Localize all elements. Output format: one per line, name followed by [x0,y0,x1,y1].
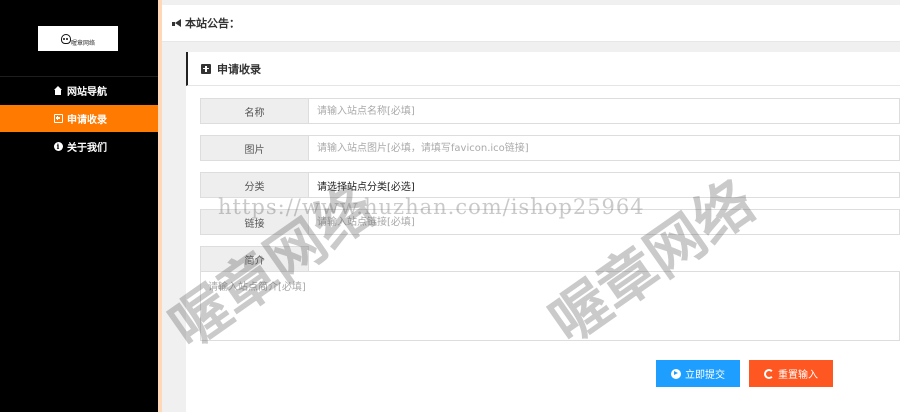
sidebar-item-apply[interactable]: 申请收录 [0,105,158,132]
image-input[interactable] [309,135,900,161]
sidebar: 喔章网络 网站导航 申请收录 i 关于我们 [0,0,158,412]
site-logo[interactable]: 喔章网络 [38,26,118,51]
image-label: 图片 [200,135,309,161]
category-selected-value: 请选择站点分类[必选] [317,181,415,193]
panel-title: 申请收录 [217,62,261,76]
reset-button-label: 重置输入 [778,370,818,381]
submit-button[interactable]: 立即提交 [656,360,740,387]
link-input[interactable] [309,209,900,235]
notice-bar: 本站公告： [162,5,900,42]
plus-square-icon-wrap [53,114,63,124]
home-icon [53,85,63,95]
link-label: 链接 [200,209,309,235]
plus-square-icon [53,114,63,123]
category-select[interactable]: 请选择站点分类[必选] [309,172,900,198]
sidebar-edge [158,0,162,412]
megaphone-icon [172,18,183,28]
sidebar-item-label: 网站导航 [67,87,107,98]
category-label: 分类 [200,172,309,198]
logo-mark [60,33,71,44]
home-icon-wrap [53,85,63,96]
send-icon [671,368,681,379]
apply-panel: 申请收录 名称 图片 分类 请选择站点分类[必选] 链接 简介 立即提交 重置输… [186,52,900,412]
sidebar-item-label: 关于我们 [67,143,107,154]
logo-face-icon [60,33,71,44]
sidebar-item-about[interactable]: i 关于我们 [0,133,158,160]
name-label: 名称 [200,98,309,124]
intro-label: 简介 [200,246,309,272]
refresh-icon [764,368,774,379]
reset-button[interactable]: 重置输入 [749,360,833,387]
intro-textarea[interactable] [200,271,900,341]
sidebar-item-label: 申请收录 [67,115,107,126]
notice-label: 本站公告： [185,17,240,30]
sidebar-item-navigation[interactable]: 网站导航 [0,77,158,104]
panel-header: 申请收录 [186,52,900,86]
name-input[interactable] [309,98,900,124]
info-icon: i [53,142,63,151]
logo-text: 喔章网络 [70,40,95,47]
submit-button-label: 立即提交 [685,370,725,381]
plus-square-icon [201,63,211,74]
info-icon-wrap: i [53,142,63,152]
